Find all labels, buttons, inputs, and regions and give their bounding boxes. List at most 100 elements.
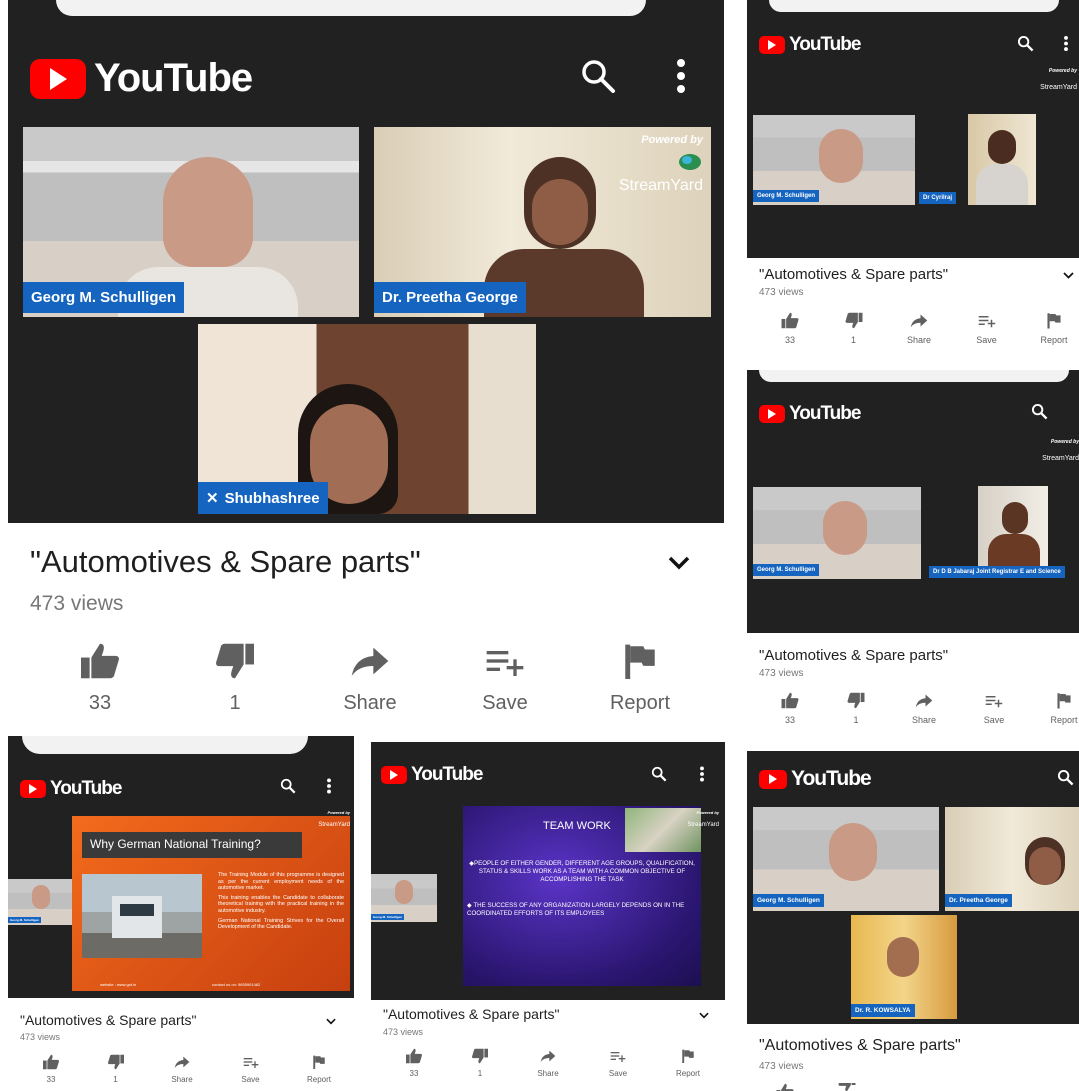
like-button[interactable]: 33 xyxy=(60,642,140,715)
expand-description-icon[interactable] xyxy=(668,556,690,570)
slide-bullet-1-text: PEOPLE OF EITHER GENDER, DIFFERENT AGE G… xyxy=(473,860,695,883)
slide-bullet-list: The Training Module of this programme is… xyxy=(218,872,344,931)
search-icon[interactable] xyxy=(580,58,616,94)
dislike-button[interactable]: 1 xyxy=(841,692,871,725)
youtube-logo[interactable]: YouTube xyxy=(759,767,872,791)
like-count: 33 xyxy=(46,1075,56,1084)
powered-by-label: Powered by xyxy=(327,810,350,815)
share-button[interactable]: Share xyxy=(165,1054,199,1084)
save-button[interactable]: Save xyxy=(234,1054,268,1084)
search-icon[interactable] xyxy=(1031,403,1048,420)
dislike-button[interactable]: 1 xyxy=(465,1048,495,1078)
slide-website: website : www.gnt.in xyxy=(100,982,137,987)
video-title[interactable]: "Automotives & Spare parts" xyxy=(20,1012,196,1028)
video-player[interactable]: Georg M. Schulligen TEAM WORK ◆PEOPLE OF… xyxy=(371,804,725,1000)
action-bar: 33 1 Share Save Report xyxy=(36,1054,336,1084)
search-icon[interactable] xyxy=(1057,769,1074,786)
video-player[interactable]: Powered by StreamYard Georg M. Schullige… xyxy=(747,433,1079,633)
report-button[interactable]: Report xyxy=(671,1048,705,1078)
thumb-up-icon xyxy=(781,312,799,329)
more-vert-icon[interactable] xyxy=(699,766,705,782)
thumb-up-icon[interactable] xyxy=(775,1083,795,1091)
video-player[interactable]: Powered by StreamYard Georg M. Schullige… xyxy=(747,63,1079,258)
nametag-georg: Georg M. Schulligen xyxy=(8,917,42,923)
video-player[interactable]: Georg M. Schulligen Why German National … xyxy=(8,806,354,998)
search-icon[interactable] xyxy=(1017,35,1034,52)
share-button[interactable]: Share xyxy=(907,692,941,725)
dislike-button[interactable]: 1 xyxy=(101,1054,131,1084)
participant-tile-jabaraj xyxy=(978,486,1048,567)
report-button[interactable]: Report xyxy=(302,1054,336,1084)
share-label: Share xyxy=(343,692,397,714)
save-button[interactable]: Save xyxy=(977,692,1011,725)
search-icon[interactable] xyxy=(651,766,667,782)
nametag-preetha: Dr. Preetha George xyxy=(374,282,526,313)
video-player[interactable]: Georg M. Schulligen Powered by StreamYar… xyxy=(8,123,724,523)
youtube-logo[interactable]: YouTube xyxy=(30,56,253,101)
video-player[interactable]: Georg M. Schulligen Dr. Preetha George D… xyxy=(747,801,1079,1024)
youtube-logo[interactable]: YouTube xyxy=(759,403,861,425)
nametag-georg: Georg M. Schulligen xyxy=(753,564,820,576)
action-bar xyxy=(775,1083,1075,1091)
report-button[interactable]: Report xyxy=(1047,692,1079,725)
participant-tile-georg: Georg M. Schulligen xyxy=(8,879,72,925)
youtube-play-icon xyxy=(759,405,785,423)
powered-by-streamyard: Powered by StreamYard xyxy=(1042,439,1079,462)
slide-bullet-1: ◆PEOPLE OF EITHER GENDER, DIFFERENT AGE … xyxy=(467,860,697,884)
expand-description-icon[interactable] xyxy=(1063,272,1074,279)
save-button[interactable]: Save xyxy=(465,642,545,715)
share-arrow-icon xyxy=(351,647,389,676)
video-title[interactable]: "Automotives & Spare parts" xyxy=(30,544,421,580)
expand-description-icon[interactable] xyxy=(326,1018,336,1025)
thumb-down-icon xyxy=(216,643,254,679)
dislike-button[interactable]: 1 xyxy=(839,312,869,345)
video-title[interactable]: "Automotives & Spare parts" xyxy=(759,266,948,283)
thumb-up-icon xyxy=(781,692,799,709)
like-button[interactable]: 33 xyxy=(775,312,805,345)
video-title[interactable]: "Automotives & Spare parts" xyxy=(383,1006,559,1022)
youtube-logo[interactable]: YouTube xyxy=(759,34,861,56)
status-notch xyxy=(769,0,1059,12)
video-title[interactable]: "Automotives & Spare parts" xyxy=(759,647,948,664)
participant-tile-georg: Georg M. Schulligen xyxy=(371,874,437,922)
expand-description-icon[interactable] xyxy=(699,1012,709,1019)
like-button[interactable]: 33 xyxy=(775,692,805,725)
nametag-shubhashree-label: Shubhashree xyxy=(224,490,320,507)
participant-tile-georg: Georg M. Schulligen xyxy=(753,115,915,205)
youtube-logo[interactable]: YouTube xyxy=(20,778,122,800)
report-label: Report xyxy=(675,1069,700,1078)
save-button[interactable]: Save xyxy=(970,312,1004,345)
report-button[interactable]: Report xyxy=(1037,312,1071,345)
save-label: Save xyxy=(241,1075,260,1084)
powered-by-label: Powered by xyxy=(1048,68,1077,74)
video-title[interactable]: "Automotives & Spare parts" xyxy=(759,1037,961,1055)
thumb-down-icon[interactable] xyxy=(837,1083,857,1091)
like-button[interactable]: 33 xyxy=(399,1048,429,1078)
share-button[interactable]: Share xyxy=(531,1048,565,1078)
view-count: 473 views xyxy=(20,1032,61,1042)
flag-icon xyxy=(1057,693,1071,709)
more-vert-icon[interactable] xyxy=(1063,35,1069,52)
slide-image-truck xyxy=(82,874,202,958)
view-count: 473 views xyxy=(759,668,804,679)
more-vert-icon[interactable] xyxy=(674,58,688,94)
streamyard-label: StreamYard xyxy=(1040,84,1077,91)
youtube-wordmark: YouTube xyxy=(411,764,483,785)
dislike-button[interactable]: 1 xyxy=(195,642,275,715)
save-button[interactable]: Save xyxy=(601,1048,635,1078)
share-label: Share xyxy=(911,715,937,725)
like-button[interactable]: 33 xyxy=(36,1054,66,1084)
share-button[interactable]: Share xyxy=(330,642,410,715)
search-icon[interactable] xyxy=(280,778,296,794)
thumb-down-icon xyxy=(845,312,862,329)
share-arrow-icon xyxy=(174,1056,190,1068)
more-vert-icon[interactable] xyxy=(326,778,332,794)
youtube-logo[interactable]: YouTube xyxy=(381,764,483,786)
share-arrow-icon xyxy=(915,694,933,708)
action-bar: 33 1 Share Save Report xyxy=(775,312,1071,345)
streamyard-label: StreamYard xyxy=(1042,455,1079,462)
participant-tile-georg: Georg M. Schulligen xyxy=(753,807,939,911)
save-label: Save xyxy=(482,692,528,714)
share-button[interactable]: Share xyxy=(902,312,936,345)
report-button[interactable]: Report xyxy=(600,642,680,715)
